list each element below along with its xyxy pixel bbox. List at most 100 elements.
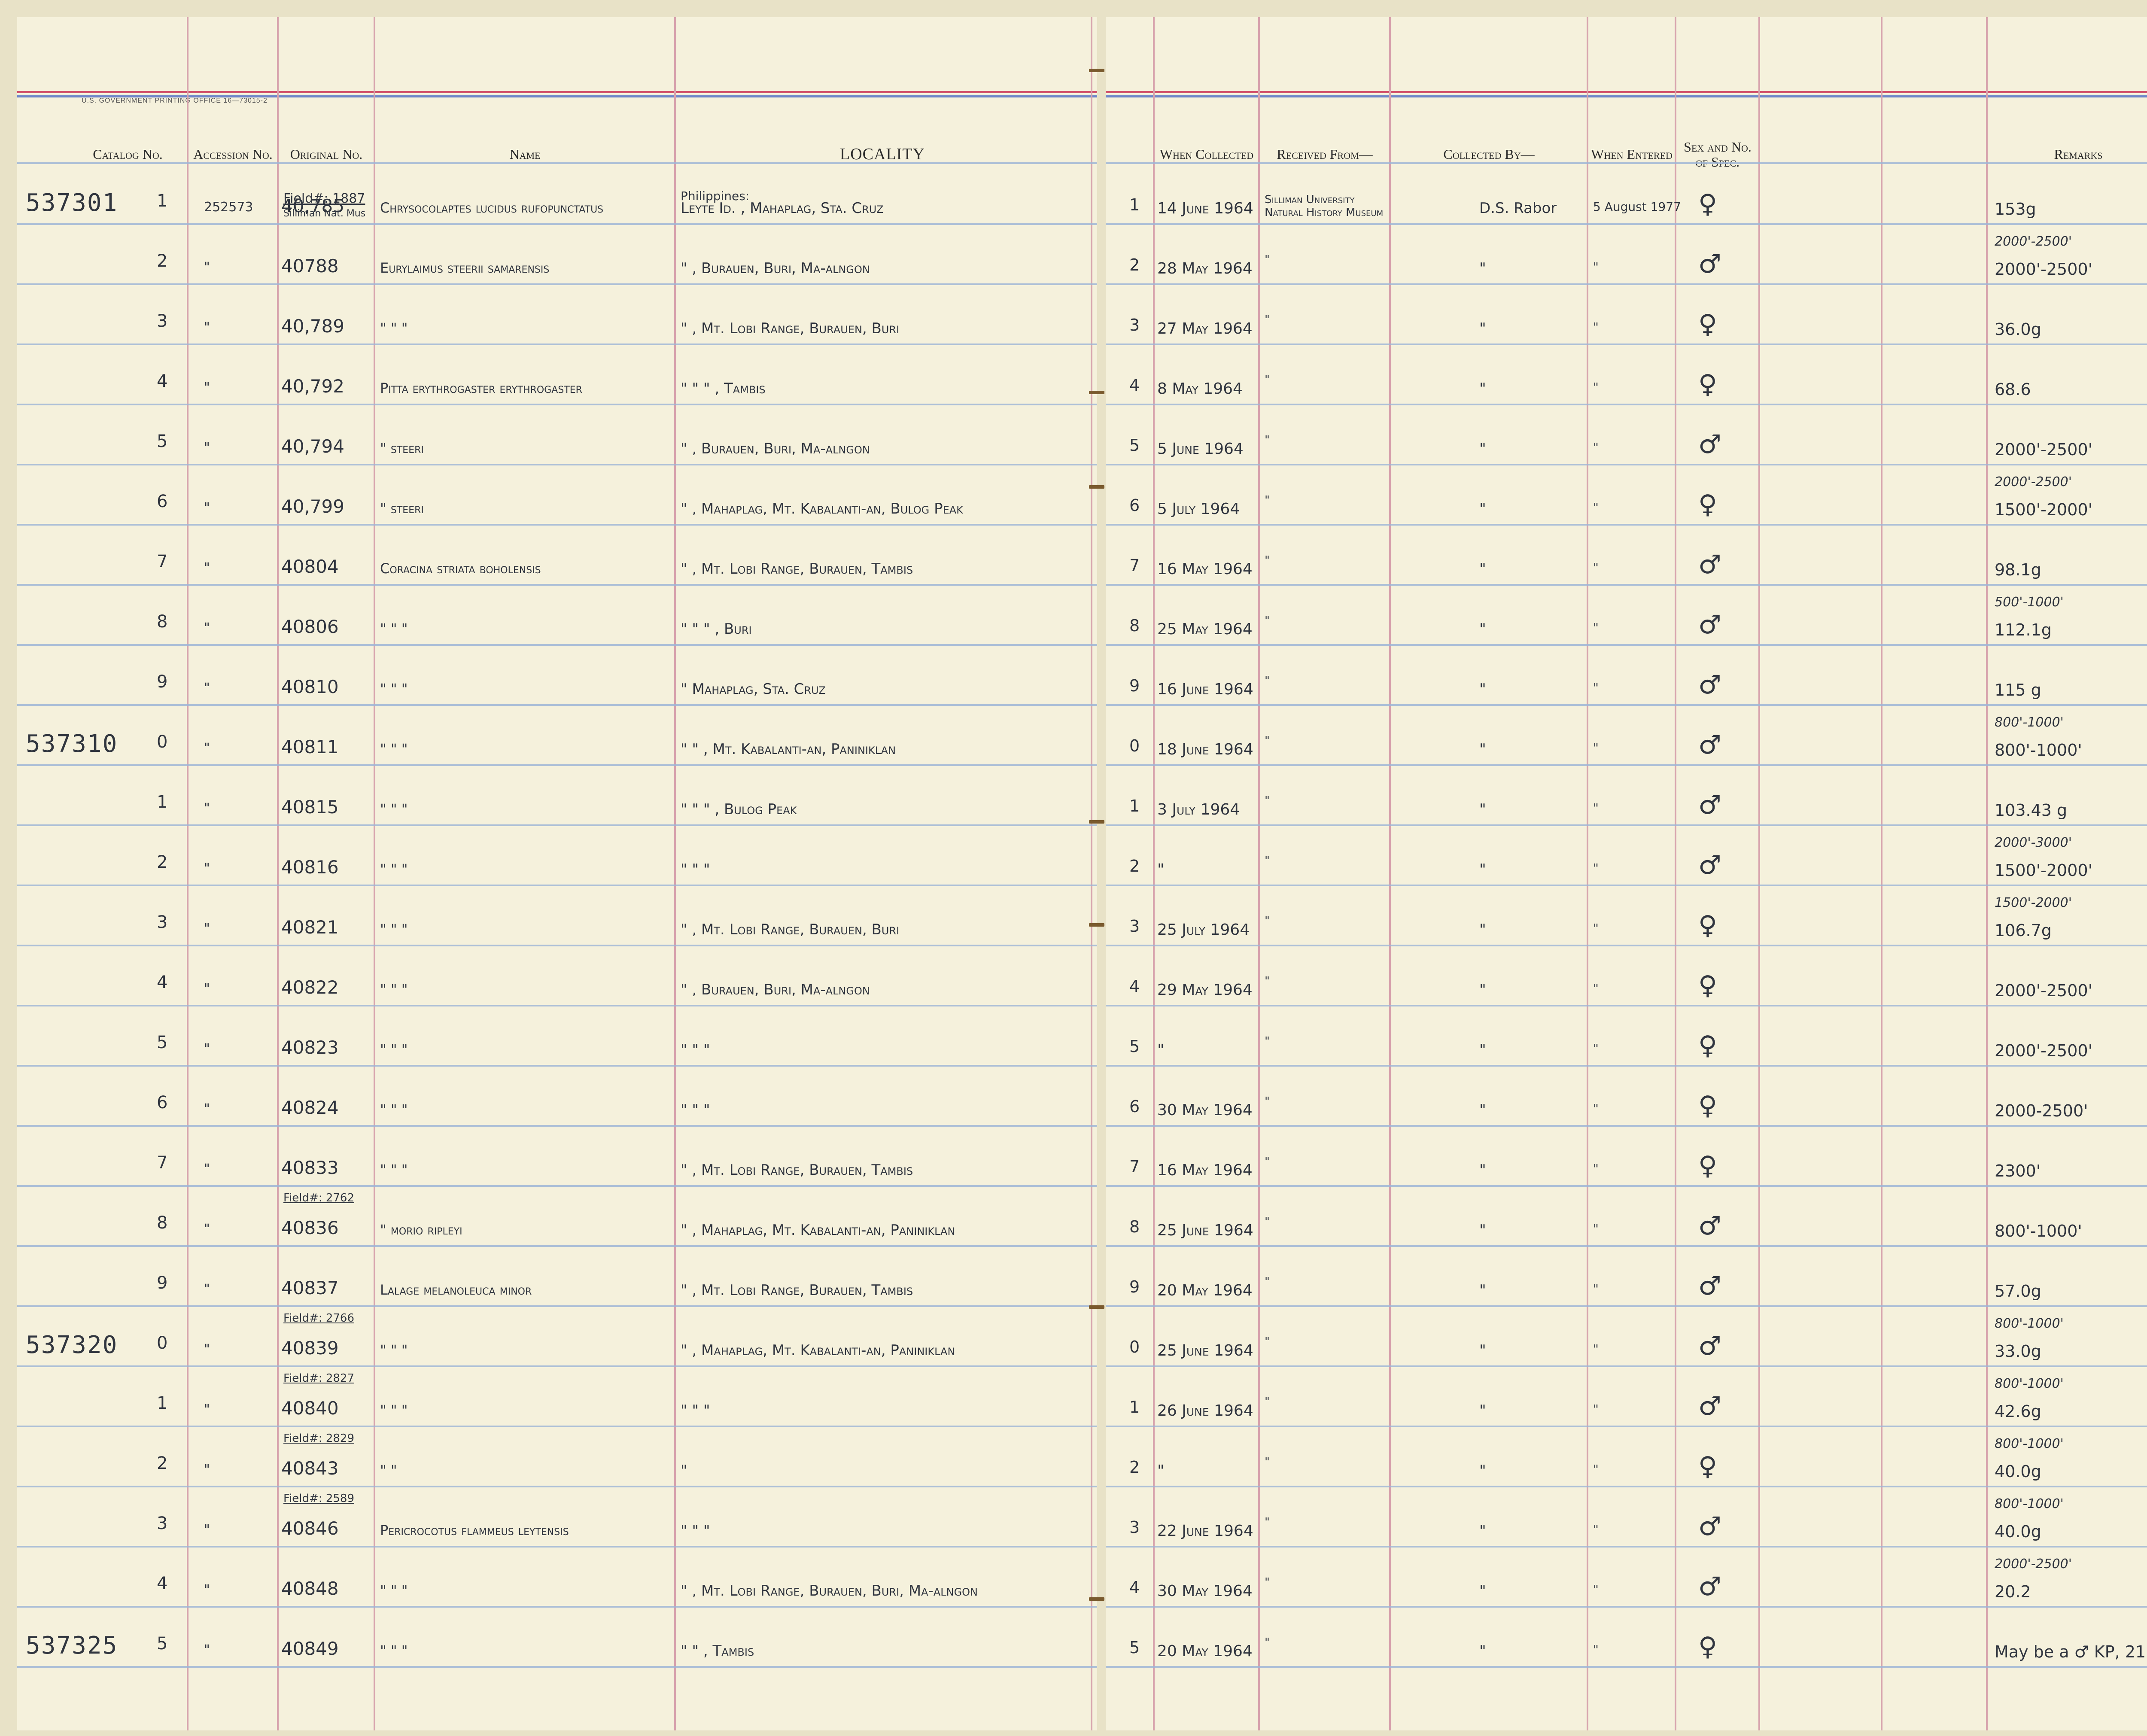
received-from: " xyxy=(1265,1516,1270,1529)
remark: 1500'-2000' xyxy=(1995,861,2093,880)
species-name: " " " xyxy=(380,981,408,997)
species-name: Coracina striata boholensis xyxy=(380,560,541,577)
locality: " , Mahaplag, Mt. Kabalanti-an, Paninikl… xyxy=(681,1342,955,1359)
original-number: 40824 xyxy=(281,1097,339,1118)
date-collected: 30 May 1964 xyxy=(1157,1101,1253,1119)
ledger-left-page: U.S. GOVERNMENT PRINTING OFFICE 16—73015… xyxy=(17,17,1097,1730)
locality: " , Mahaplag, Mt. Kabalanti-an, Paninikl… xyxy=(681,1222,955,1239)
original-number: 40843 xyxy=(281,1458,339,1479)
accession-number: 252573 xyxy=(204,200,253,215)
date-collected: 26 June 1964 xyxy=(1157,1402,1253,1420)
remark: 103.43 g xyxy=(1995,801,2068,820)
row-index-right: 4 xyxy=(1129,376,1140,395)
locality: " , Burauen, Buri, Ma-alngon xyxy=(681,440,870,457)
received-from: " xyxy=(1265,794,1270,807)
row-index: 4 xyxy=(157,371,168,391)
sex-symbol: ♂ xyxy=(1698,429,1721,459)
date-collected: 5 June 1964 xyxy=(1157,440,1244,458)
locality: " " " xyxy=(681,1522,710,1539)
locality: " " " , Tambis xyxy=(681,380,766,397)
date-entered: " xyxy=(1593,500,1599,514)
collected-by: " xyxy=(1479,1402,1486,1419)
collected-by: " xyxy=(1479,320,1486,337)
row-index-right: 2 xyxy=(1129,857,1140,876)
date-entered: " xyxy=(1593,741,1599,755)
date-collected: 16 May 1964 xyxy=(1157,1161,1253,1179)
collected-by: " xyxy=(1479,921,1486,938)
species-name: " " " xyxy=(380,681,408,697)
date-collected: 25 May 1964 xyxy=(1157,620,1253,638)
remark-elevation: 800'-1000' xyxy=(1995,1316,2064,1331)
sex-symbol: ♀ xyxy=(1698,1091,1717,1121)
catalog-number-base: 537310 xyxy=(26,730,118,758)
row-index-right: 7 xyxy=(1129,556,1140,575)
row-index-right: 0 xyxy=(1129,1338,1140,1356)
date-collected: 3 July 1964 xyxy=(1157,801,1240,818)
received-from: " xyxy=(1265,854,1270,867)
collected-by: D.S. Rabor xyxy=(1479,200,1557,217)
locality: " , Mahaplag, Mt. Kabalanti-an, Bulog Pe… xyxy=(681,500,963,517)
remark-elevation: 2000'-2500' xyxy=(1995,234,2072,249)
header-locality: LOCALITY xyxy=(840,145,925,164)
locality: " , Mt. Lobi Range, Burauen, Tambis xyxy=(681,1161,913,1179)
accession-number: " xyxy=(204,500,210,515)
header-original-no: Original No. xyxy=(290,146,363,162)
date-collected: 8 May 1964 xyxy=(1157,380,1243,398)
species-name: " " " xyxy=(380,741,408,757)
remark: 40.0g xyxy=(1995,1462,2041,1481)
date-collected: 25 June 1964 xyxy=(1157,1222,1253,1239)
row-index-right: 3 xyxy=(1129,917,1140,936)
row-index: 8 xyxy=(157,1213,168,1233)
remark: 115 g xyxy=(1995,681,2041,699)
row-index: 7 xyxy=(157,1153,168,1173)
date-entered: " xyxy=(1593,440,1599,454)
row-index: 3 xyxy=(157,311,168,331)
sex-symbol: ♀ xyxy=(1698,1031,1717,1061)
original-number: 40848 xyxy=(281,1578,339,1599)
date-collected: 5 July 1964 xyxy=(1157,500,1240,518)
remark-elevation: 2000'-2500' xyxy=(1995,1557,2072,1572)
remark-elevation: 2000'-3000' xyxy=(1995,835,2072,850)
row-index: 4 xyxy=(157,1574,168,1593)
sex-symbol: ♂ xyxy=(1698,1572,1721,1602)
remark: 1500'-2000' xyxy=(1995,500,2093,519)
row-index-right: 1 xyxy=(1129,797,1140,815)
remark: 57.0g xyxy=(1995,1282,2041,1301)
locality: " " " xyxy=(681,1041,710,1058)
row-index-right: 5 xyxy=(1129,1037,1140,1056)
sex-symbol: ♂ xyxy=(1698,850,1721,880)
date-entered: " xyxy=(1593,1161,1599,1176)
row-index: 3 xyxy=(157,1514,168,1533)
original-number: 40788 xyxy=(281,255,339,277)
species-name: " morio ripleyi xyxy=(380,1222,462,1238)
sex-symbol: ♂ xyxy=(1698,249,1721,279)
date-collected: 22 June 1964 xyxy=(1157,1522,1253,1540)
accession-number: " xyxy=(204,320,210,335)
accession-number: " xyxy=(204,1462,210,1477)
received-from: " xyxy=(1265,313,1270,326)
header-received-from: Received From— xyxy=(1277,146,1373,162)
original-number: 40822 xyxy=(281,977,339,998)
row-index-right: 9 xyxy=(1129,1277,1140,1296)
original-number: 40,794 xyxy=(281,436,344,457)
collected-by: " xyxy=(1479,1161,1486,1179)
catalog-number-base: 537325 xyxy=(26,1632,118,1660)
remark: 33.0g xyxy=(1995,1342,2041,1361)
date-entered: " xyxy=(1593,320,1599,334)
species-name: Eurylaimus steerii samarensis xyxy=(380,260,550,276)
received-from: " xyxy=(1265,1215,1270,1228)
row-index: 2 xyxy=(157,852,168,872)
date-collected: 29 May 1964 xyxy=(1157,981,1253,999)
original-number: 40806 xyxy=(281,616,339,637)
original-number: 40810 xyxy=(281,676,339,697)
date-collected: 16 June 1964 xyxy=(1157,681,1253,698)
accession-number: " xyxy=(204,440,210,455)
date-entered: " xyxy=(1593,921,1599,935)
date-collected: 28 May 1964 xyxy=(1157,260,1253,277)
row-index: 6 xyxy=(157,1093,168,1113)
row-index-right: 6 xyxy=(1129,496,1140,515)
sex-symbol: ♂ xyxy=(1698,1391,1721,1421)
species-name: " " xyxy=(380,1462,397,1478)
collected-by: " xyxy=(1479,560,1486,578)
original-number: 40816 xyxy=(281,857,339,878)
